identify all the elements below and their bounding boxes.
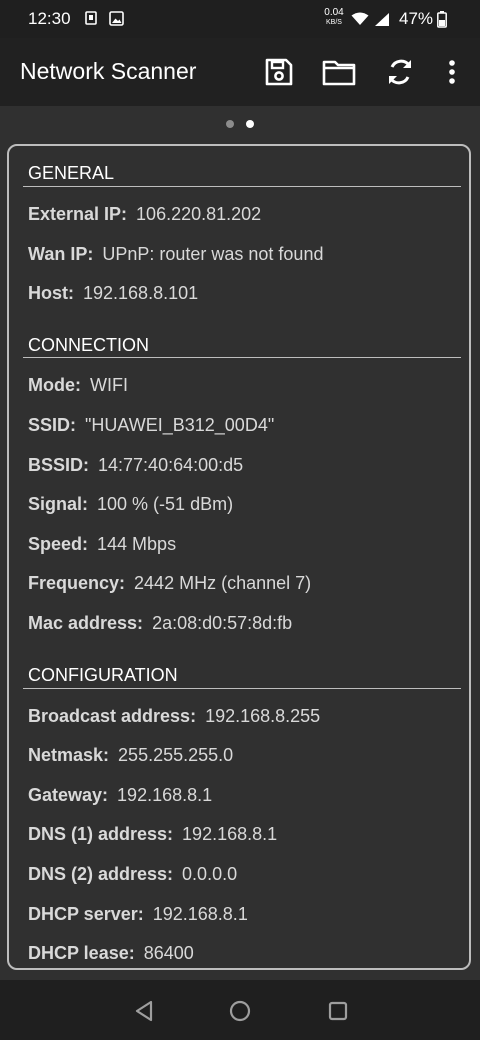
page-dot-1[interactable] xyxy=(226,120,234,128)
status-bar: 12:30 0.04 KB/S 47% xyxy=(0,0,480,38)
row-value: 192.168.8.1 xyxy=(117,785,213,805)
row-label: Signal: xyxy=(28,494,89,514)
save-button[interactable] xyxy=(261,54,297,90)
network-speed: 0.04 KB/S xyxy=(323,8,345,28)
row-label: External IP: xyxy=(28,204,128,224)
info-row-ssid: SSID: "HUAWEI_B312_00D4" xyxy=(28,415,274,436)
row-value: 2442 MHz (channel 7) xyxy=(134,573,312,593)
row-value: 192.168.8.101 xyxy=(83,283,199,303)
row-label: BSSID: xyxy=(28,455,90,475)
row-label: DHCP server: xyxy=(28,904,144,924)
row-value: WIFI xyxy=(90,375,128,395)
row-label: Host: xyxy=(28,283,74,303)
row-label: Broadcast address: xyxy=(28,706,197,726)
folder-icon xyxy=(322,60,356,86)
row-label: Netmask: xyxy=(28,745,110,765)
section-title-general: GENERAL xyxy=(28,163,115,183)
row-value: 86400 xyxy=(143,943,194,963)
info-row-mode: Mode: WIFI xyxy=(28,375,128,396)
section-divider xyxy=(23,357,461,358)
info-row-signal: Signal: 100 % (-51 dBm) xyxy=(28,494,233,515)
row-value: 192.168.8.255 xyxy=(205,706,321,726)
row-label: DNS (2) address: xyxy=(28,864,174,884)
row-value: 100 % (-51 dBm) xyxy=(97,494,234,514)
row-value: 255.255.255.0 xyxy=(118,745,234,765)
row-label: DNS (1) address: xyxy=(28,824,174,844)
open-folder-button[interactable] xyxy=(321,54,357,90)
network-speed-unit: KB/S xyxy=(326,19,342,26)
info-row-speed: Speed: 144 Mbps xyxy=(28,534,176,555)
info-row-external-ip: External IP: 106.220.81.202 xyxy=(28,204,261,225)
save-icon xyxy=(265,58,293,86)
signal-icon xyxy=(374,12,390,32)
row-value: 2a:08:d0:57:8d:fb xyxy=(152,613,293,633)
more-options-button[interactable] xyxy=(434,54,470,90)
info-row-dhcp-server: DHCP server: 192.168.8.1 xyxy=(28,904,248,925)
app-title: Network Scanner xyxy=(20,58,197,84)
image-icon xyxy=(109,11,124,31)
section-title-connection: CONNECTION xyxy=(28,335,149,355)
more-vert-icon xyxy=(449,60,455,84)
row-label: Speed: xyxy=(28,534,89,554)
row-label: SSID: xyxy=(28,415,77,435)
status-time: 12:30 xyxy=(28,9,71,28)
row-label: Frequency: xyxy=(28,573,126,593)
home-button[interactable] xyxy=(227,998,253,1024)
refresh-button[interactable] xyxy=(382,54,418,90)
network-info-card: GENERAL External IP: 106.220.81.202 Wan I… xyxy=(7,144,471,970)
battery-percent: 47% xyxy=(399,9,434,28)
battery-icon xyxy=(437,11,447,33)
section-title-configuration: CONFIGURATION xyxy=(28,665,178,685)
section-divider xyxy=(23,186,461,187)
wifi-icon xyxy=(351,12,369,31)
info-row-dns-2: DNS (2) address: 0.0.0.0 xyxy=(28,864,237,885)
row-value: UPnP: router was not found xyxy=(102,244,324,264)
home-icon xyxy=(229,1000,251,1022)
info-row-frequency: Frequency: 2442 MHz (channel 7) xyxy=(28,573,311,594)
network-speed-value: 0.04 xyxy=(324,7,344,18)
back-button[interactable] xyxy=(131,998,157,1024)
recents-icon xyxy=(328,1001,348,1021)
row-value: "HUAWEI_B312_00D4" xyxy=(85,415,275,435)
row-value: 192.168.8.1 xyxy=(182,824,278,844)
row-value: 192.168.8.1 xyxy=(152,904,248,924)
recents-button[interactable] xyxy=(325,998,351,1024)
info-row-gateway: Gateway: 192.168.8.1 xyxy=(28,785,212,806)
row-label: Mac address: xyxy=(28,613,144,633)
refresh-icon xyxy=(389,59,411,85)
info-row-dns-1: DNS (1) address: 192.168.8.1 xyxy=(28,824,277,845)
info-row-wan-ip: Wan IP: UPnP: router was not found xyxy=(28,244,323,265)
back-icon xyxy=(135,1000,153,1022)
info-row-netmask: Netmask: 255.255.255.0 xyxy=(28,745,233,766)
page-dot-2-active[interactable] xyxy=(246,120,254,128)
row-label: DHCP lease: xyxy=(28,943,135,963)
info-row-bssid: BSSID: 14:77:40:64:00:d5 xyxy=(28,455,243,476)
page-indicator xyxy=(0,120,480,130)
row-label: Gateway: xyxy=(28,785,109,805)
info-row-host: Host: 192.168.8.101 xyxy=(28,283,198,304)
row-value: 0.0.0.0 xyxy=(182,864,238,884)
app-bar: Network Scanner xyxy=(0,38,480,106)
info-row-dhcp-lease: DHCP lease: 86400 xyxy=(28,943,194,964)
system-nav-bar xyxy=(0,980,480,1040)
sim-icon xyxy=(85,11,97,30)
info-row-mac-address: Mac address: 2a:08:d0:57:8d:fb xyxy=(28,613,292,634)
row-label: Wan IP: xyxy=(28,244,94,264)
info-row-broadcast-address: Broadcast address: 192.168.8.255 xyxy=(28,706,320,727)
row-value: 14:77:40:64:00:d5 xyxy=(98,455,244,475)
row-value: 106.220.81.202 xyxy=(136,204,262,224)
row-label: Mode: xyxy=(28,375,81,395)
row-value: 144 Mbps xyxy=(97,534,177,554)
section-divider xyxy=(23,688,461,689)
